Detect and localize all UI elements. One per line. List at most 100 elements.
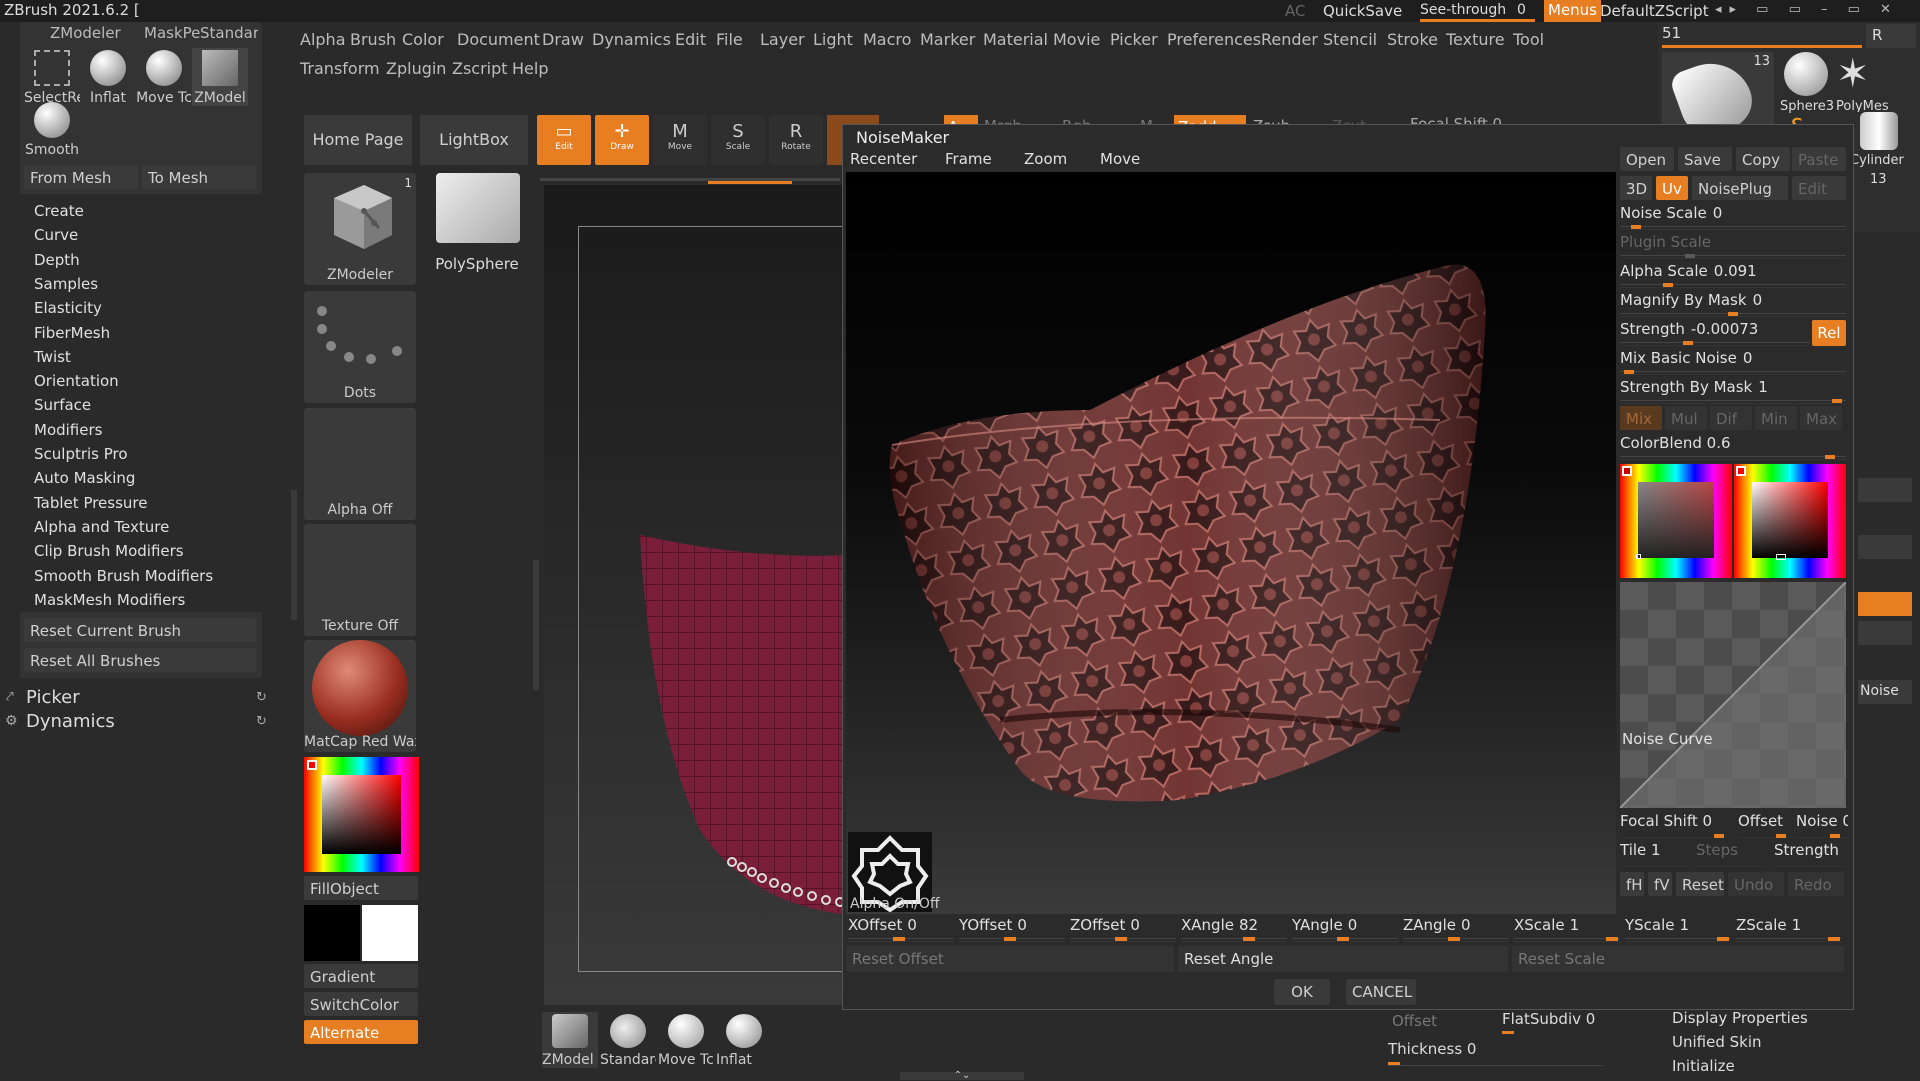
subpalette-clip-brush-modifiers[interactable]: Clip Brush Modifiers	[34, 542, 184, 560]
menu-transform[interactable]: Transform	[300, 59, 380, 78]
from-mesh-button[interactable]: From Mesh	[24, 165, 138, 189]
colorblend-slider[interactable]: ColorBlend 0.6	[1620, 434, 1846, 460]
tool-edit-button[interactable]: ▭ Edit	[537, 115, 591, 165]
menu-stroke[interactable]: Stroke	[1387, 30, 1438, 49]
menu-document[interactable]: Document	[457, 30, 540, 49]
slider-strength[interactable]: Strength -0.00073	[1620, 320, 1810, 346]
menu-draw[interactable]: Draw	[542, 30, 584, 49]
ac-label[interactable]: AC	[1285, 2, 1305, 20]
mode-edit-button[interactable]: Edit	[1792, 176, 1846, 200]
main-color-swatch[interactable]	[304, 905, 360, 961]
brush-header-maskpen[interactable]: MaskPe	[144, 24, 200, 42]
slider-xangle[interactable]: XAngle 82	[1181, 916, 1287, 942]
menu-tool[interactable]: Tool	[1513, 30, 1544, 49]
dynamics-refresh-icon[interactable]: ↻	[256, 714, 267, 729]
slider-xscale[interactable]: XScale 1	[1514, 916, 1620, 942]
menu-light[interactable]: Light	[813, 30, 853, 49]
brush-inflat[interactable]: Inflat	[80, 48, 136, 106]
subpalette-smooth-brush-modifiers[interactable]: Smooth Brush Modifiers	[34, 567, 213, 585]
subpalette-depth[interactable]: Depth	[34, 251, 80, 269]
subpalette-auto-masking[interactable]: Auto Masking	[34, 469, 135, 487]
lightbox-button[interactable]: LightBox	[420, 115, 528, 165]
reset-all-brushes-button[interactable]: Reset All Brushes	[24, 648, 256, 672]
slider-yangle[interactable]: YAngle 0	[1292, 916, 1398, 942]
subpalette-sculptris-pro[interactable]: Sculptris Pro	[34, 445, 128, 463]
subpalette-create[interactable]: Create	[34, 202, 84, 220]
brush-zmodel[interactable]: ZModel	[192, 48, 248, 106]
subpalette-twist[interactable]: Twist	[34, 348, 71, 366]
picker-refresh-icon[interactable]: ↻	[256, 690, 267, 705]
secondary-color-swatch[interactable]	[362, 905, 418, 961]
menu-color[interactable]: Color	[402, 30, 444, 49]
menu-dynamics[interactable]: Dynamics	[592, 30, 671, 49]
blend-dif-button[interactable]: Dif	[1710, 406, 1752, 430]
alpha-off-thumb[interactable]: Alpha Off	[304, 408, 416, 520]
noise-color-2-square[interactable]	[1752, 482, 1828, 558]
menu-texture[interactable]: Texture	[1446, 30, 1505, 49]
tool-rotate-button[interactable]: R Rotate	[769, 115, 823, 165]
tool-count-slider[interactable]: 51	[1662, 24, 1862, 48]
subpalette-fibermesh[interactable]: FiberMesh	[34, 324, 110, 342]
slider-alpha-scale[interactable]: Alpha Scale 0.091	[1620, 262, 1846, 288]
curve-undo-button[interactable]: Undo	[1728, 872, 1784, 896]
rel-button[interactable]: Rel	[1812, 320, 1846, 346]
subpalette-tablet-pressure[interactable]: Tablet Pressure	[34, 494, 148, 512]
menu-alpha[interactable]: Alpha	[300, 30, 346, 49]
menu-render[interactable]: Render	[1261, 30, 1318, 49]
shelf-scroll-handle[interactable]	[533, 560, 539, 690]
brush-smooth[interactable]: Smooth	[24, 100, 80, 158]
switchcolor-button[interactable]: SwitchColor	[304, 992, 418, 1016]
right-side-btn-1[interactable]	[1858, 478, 1912, 502]
thickness-slider[interactable]: Thickness 0	[1388, 1040, 1603, 1066]
slider-strength-by-mask[interactable]: Strength By Mask 1	[1620, 378, 1846, 404]
script-label[interactable]: DefaultZScript	[1600, 2, 1709, 20]
bottom-shelf-standard[interactable]: Standard	[600, 1012, 656, 1068]
bottom-collapse-handle[interactable]: ⌃⌄	[900, 1071, 1024, 1081]
slider-mix-basic-noise[interactable]: Mix Basic Noise 0	[1620, 349, 1846, 375]
menu-stencil[interactable]: Stencil	[1323, 30, 1377, 49]
curve-noise-0[interactable]: Noise 0	[1796, 812, 1848, 838]
brush-header-standard[interactable]: Standard	[200, 24, 258, 42]
menu-zplugin[interactable]: Zplugin	[386, 59, 446, 78]
blend-min-button[interactable]: Min	[1755, 406, 1797, 430]
curve-steps[interactable]: Steps	[1696, 841, 1766, 867]
reset-current-brush-button[interactable]: Reset Current Brush	[24, 618, 256, 642]
menu-file[interactable]: File	[716, 30, 743, 49]
file-save-button[interactable]: Save	[1678, 147, 1732, 171]
right-side-btn-2[interactable]	[1858, 535, 1912, 559]
curve-fh-button[interactable]: fH	[1620, 872, 1644, 896]
view-frame-button[interactable]: Frame	[945, 150, 992, 168]
reset-offset-button[interactable]: Reset Offset	[846, 946, 1174, 972]
unified-skin-item[interactable]: Unified Skin	[1672, 1033, 1762, 1051]
to-mesh-button[interactable]: To Mesh	[142, 165, 256, 189]
initialize-item[interactable]: Initialize	[1672, 1057, 1735, 1075]
subpalette-surface[interactable]: Surface	[34, 396, 91, 414]
bottom-shelf-zmodel[interactable]: ZModel	[542, 1012, 598, 1068]
subpalette-orientation[interactable]: Orientation	[34, 372, 119, 390]
menu-help[interactable]: Help	[512, 59, 548, 78]
menu-macro[interactable]: Macro	[863, 30, 911, 49]
mode-uv-button[interactable]: Uv	[1656, 176, 1688, 200]
subpalette-elasticity[interactable]: Elasticity	[34, 299, 102, 317]
blend-mul-button[interactable]: Mul	[1665, 406, 1707, 430]
slider-xoffset[interactable]: XOffset 0	[848, 916, 954, 942]
seethrough-slider[interactable]: See-through 0	[1420, 0, 1535, 22]
view-zoom-button[interactable]: Zoom	[1024, 150, 1067, 168]
gradient-button[interactable]: Gradient	[304, 964, 418, 988]
subpalette-modifiers[interactable]: Modifiers	[34, 421, 102, 439]
slider-zscale[interactable]: ZScale 1	[1736, 916, 1842, 942]
menu-edit[interactable]: Edit	[675, 30, 706, 49]
mode-noiseplug-button[interactable]: NoisePlug	[1692, 176, 1788, 200]
menu-material[interactable]: Material	[983, 30, 1048, 49]
texture-off-thumb[interactable]: Texture Off	[304, 524, 416, 636]
flatsubdiv-slider[interactable]: FlatSubdiv 0	[1502, 1010, 1602, 1036]
polymesh-thumb[interactable]: ✶ PolyMes	[1836, 52, 1896, 112]
bottom-shelf-move-tc[interactable]: Move Tc	[658, 1012, 714, 1068]
blend-mix-button[interactable]: Mix	[1620, 406, 1662, 430]
tool-draw-button[interactable]: ✛ Draw	[595, 115, 649, 165]
display-properties-item[interactable]: Display Properties	[1672, 1009, 1808, 1027]
r-button[interactable]: R	[1866, 24, 1916, 48]
view-move-button[interactable]: Move	[1100, 150, 1140, 168]
menus-button[interactable]: Menus	[1544, 0, 1601, 22]
right-side-btn-3[interactable]	[1858, 621, 1912, 645]
